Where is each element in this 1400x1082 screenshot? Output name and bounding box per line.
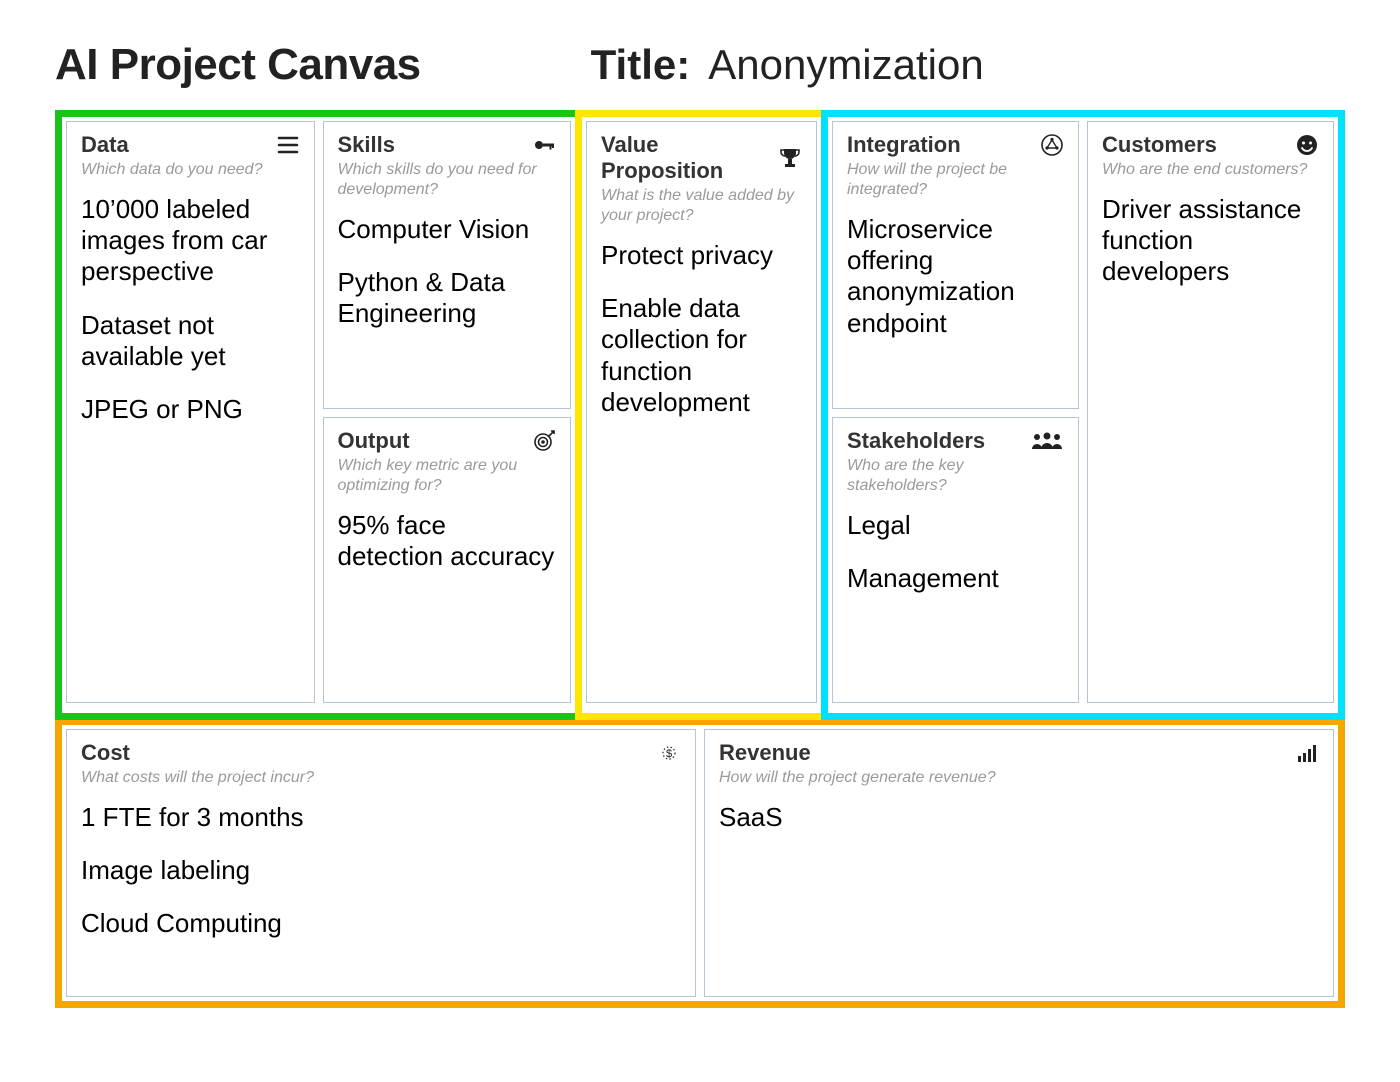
cell-value-body: Protect privacyEnable data collection fo… (601, 240, 802, 418)
cell-skills: Skills Which skills do you need for deve… (323, 121, 572, 409)
cell-stakeholders: Stakeholders Who are the key stakeholder… (832, 417, 1079, 703)
people-icon (1030, 429, 1064, 453)
canvas-label: AI Project Canvas (55, 40, 421, 90)
cell-output-body: 95% face detection accuracy (338, 510, 557, 572)
title-label: Title: (591, 41, 691, 89)
dollar-icon: $ (657, 741, 681, 765)
cell-stakeholders-title: Stakeholders (847, 428, 985, 454)
cell-integration-body: Microservice offering anonymization endp… (847, 214, 1064, 339)
cell-customers-sub: Who are the end customers? (1102, 160, 1312, 180)
menu-icon (276, 133, 300, 157)
group-orange: Cost $ What costs will the project incur… (55, 718, 1345, 1008)
canvas-grid: Data Which data do you need? 10’000 labe… (55, 110, 1345, 1008)
cell-integration-sub: How will the project be integrated? (847, 160, 1057, 200)
group-cyan: Integration How will the project be inte… (821, 110, 1345, 720)
svg-text:$: $ (666, 748, 672, 760)
cell-customers-title: Customers (1102, 132, 1217, 158)
group-yellow: Value Proposition What is the value adde… (575, 110, 828, 720)
smile-icon (1295, 133, 1319, 157)
cell-value-sub: What is the value added by your project? (601, 186, 802, 226)
title-value: Anonymization (708, 41, 983, 89)
cell-data-sub: Which data do you need? (81, 160, 291, 180)
cell-integration: Integration How will the project be inte… (832, 121, 1079, 409)
chart-icon (1295, 741, 1319, 765)
cell-cost-title: Cost (81, 740, 130, 766)
row-top: Data Which data do you need? 10’000 labe… (55, 110, 1345, 720)
cell-skills-title: Skills (338, 132, 395, 158)
cell-output: Output Which key metric are you optimizi… (323, 417, 572, 703)
cell-skills-body: Computer VisionPython & Data Engineering (338, 214, 557, 330)
cell-integration-title: Integration (847, 132, 961, 158)
network-icon (1040, 133, 1064, 157)
cell-cost-sub: What costs will the project incur? (81, 768, 681, 788)
cell-revenue-sub: How will the project generate revenue? (719, 768, 1319, 788)
group-green: Data Which data do you need? 10’000 labe… (55, 110, 582, 720)
cell-data-title: Data (81, 132, 129, 158)
cell-data: Data Which data do you need? 10’000 labe… (66, 121, 315, 703)
cell-revenue-body: SaaS (719, 802, 1319, 833)
trophy-icon (778, 146, 802, 170)
cell-cost: Cost $ What costs will the project incur… (66, 729, 696, 997)
cell-customers: Customers Who are the end customers? Dri… (1087, 121, 1334, 703)
key-icon (532, 133, 556, 157)
cell-output-title: Output (338, 428, 410, 454)
header: AI Project Canvas Title: Anonymization (55, 40, 1345, 90)
cell-stakeholders-sub: Who are the key stakeholders? (847, 456, 1057, 496)
cell-value-title: Value Proposition (601, 132, 778, 184)
cell-revenue-title: Revenue (719, 740, 811, 766)
cell-skills-sub: Which skills do you need for development… (338, 160, 548, 200)
target-icon (532, 429, 556, 453)
cell-cost-body: 1 FTE for 3 monthsImage labelingCloud Co… (81, 802, 681, 940)
cell-value: Value Proposition What is the value adde… (586, 121, 817, 703)
cell-revenue: Revenue How will the project generate re… (704, 729, 1334, 997)
cell-customers-body: Driver assistance function developers (1102, 194, 1319, 288)
ai-project-canvas: AI Project Canvas Title: Anonymization D… (0, 0, 1400, 1048)
cell-data-body: 10’000 labeled images from car perspecti… (81, 194, 300, 425)
cell-output-sub: Which key metric are you optimizing for? (338, 456, 548, 496)
cell-stakeholders-body: LegalManagement (847, 510, 1064, 594)
